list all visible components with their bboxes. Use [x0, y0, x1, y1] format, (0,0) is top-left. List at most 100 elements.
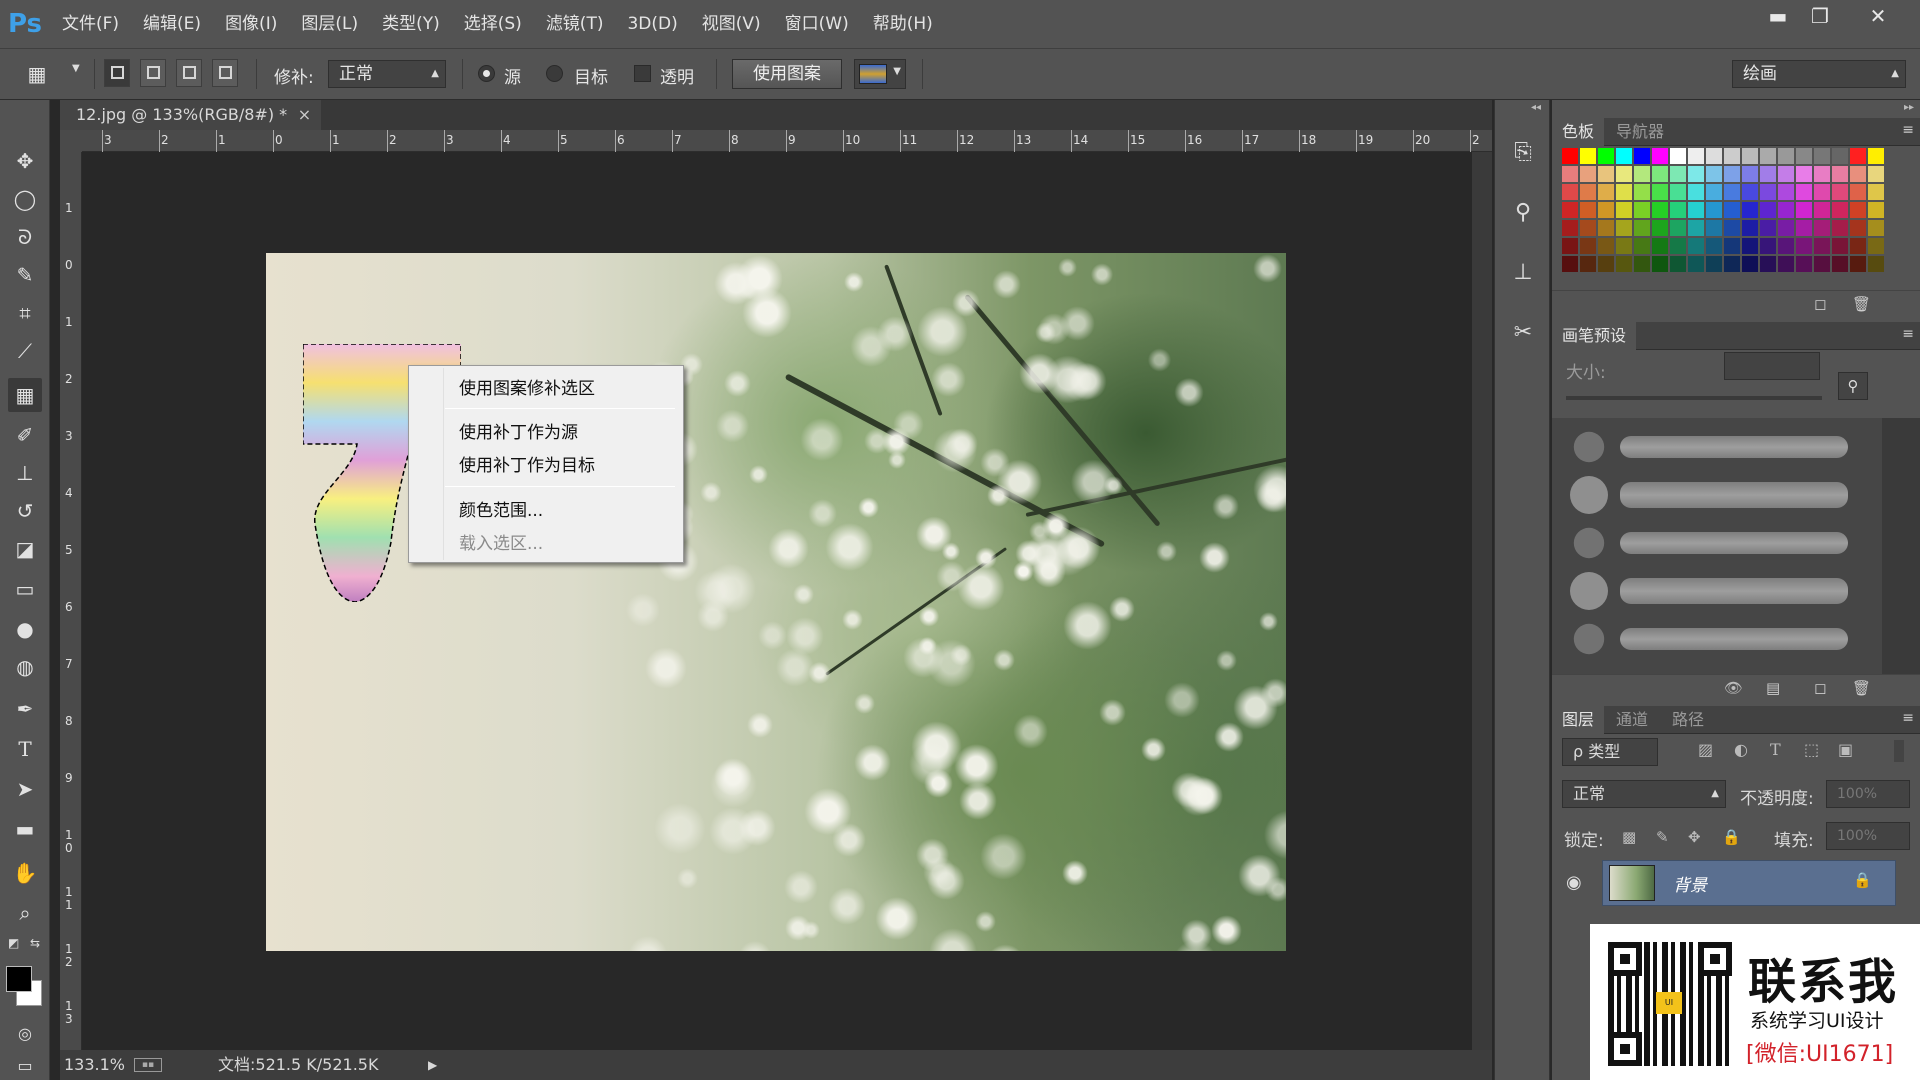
new-preset-icon[interactable]: ◻ [1814, 679, 1826, 697]
minimize-button[interactable]: ▬ [1756, 0, 1800, 32]
vertical-scrollbar[interactable] [1472, 152, 1492, 1050]
filter-shape-icon[interactable]: ⬚ [1804, 740, 1819, 759]
color-swatch[interactable] [1832, 166, 1848, 182]
color-swatch[interactable] [1598, 256, 1614, 272]
new-selection-button[interactable] [104, 59, 130, 87]
use-pattern-button[interactable]: 使用图案 [732, 59, 842, 89]
color-swatch[interactable] [1706, 256, 1722, 272]
color-swatch[interactable] [1688, 238, 1704, 254]
rectangle-tool-icon[interactable]: ▬ [8, 812, 42, 846]
color-swatch[interactable] [1742, 238, 1758, 254]
document-tab[interactable]: 12.jpg @ 133%(RGB/8#) * × [60, 100, 322, 130]
stamp-tool-icon[interactable]: ⊥ [8, 456, 42, 490]
color-swatch[interactable] [1832, 256, 1848, 272]
color-swatch[interactable] [1760, 184, 1776, 200]
color-swatch[interactable] [1562, 148, 1578, 164]
swap-colors-icon[interactable]: ⇆ [30, 936, 40, 950]
color-swatch[interactable] [1814, 166, 1830, 182]
color-swatch[interactable] [1760, 256, 1776, 272]
add-selection-button[interactable] [140, 59, 166, 87]
brush-preset[interactable] [1562, 424, 1862, 470]
filter-pixel-icon[interactable]: ▨ [1698, 740, 1713, 759]
color-swatch[interactable] [1724, 148, 1740, 164]
blur-tool-icon[interactable]: ● [8, 612, 42, 646]
patch-tool-icon[interactable]: ▦ [8, 378, 42, 412]
color-swatch[interactable] [1634, 148, 1650, 164]
color-swatch[interactable] [1706, 202, 1722, 218]
menu-layer[interactable]: 图层(L) [289, 0, 370, 48]
color-swatch[interactable] [1850, 256, 1866, 272]
color-swatch[interactable] [1742, 256, 1758, 272]
eyedropper-tool-icon[interactable]: ⟋ [8, 334, 42, 368]
color-swatch[interactable] [1706, 166, 1722, 182]
menu-type[interactable]: 类型(Y) [370, 0, 452, 48]
filter-adjustment-icon[interactable]: ◐ [1734, 740, 1748, 759]
close-tab-icon[interactable]: × [298, 100, 311, 130]
collapse-arrows-icon[interactable]: ◂◂ [1531, 102, 1541, 113]
color-swatch[interactable] [1580, 148, 1596, 164]
color-swatch[interactable] [1796, 184, 1812, 200]
color-swatch[interactable] [1778, 220, 1794, 236]
status-menu-arrow-icon[interactable]: ▶ [428, 1050, 437, 1080]
color-swatch[interactable] [1832, 148, 1848, 164]
menu-edit[interactable]: 编辑(E) [131, 0, 213, 48]
eye-icon[interactable]: ◉ [1566, 872, 1582, 893]
color-swatch[interactable] [1850, 238, 1866, 254]
color-swatch[interactable] [1760, 148, 1776, 164]
brush-size-slider[interactable] [1566, 396, 1822, 400]
color-swatch[interactable] [1616, 184, 1632, 200]
color-swatch[interactable] [1670, 184, 1686, 200]
color-swatch[interactable] [1688, 148, 1704, 164]
color-swatch[interactable] [1688, 202, 1704, 218]
color-swatch[interactable] [1652, 184, 1668, 200]
history-brush-tool-icon[interactable]: ↺ [8, 494, 42, 528]
color-swatch[interactable] [1868, 256, 1884, 272]
color-swatch[interactable] [1796, 256, 1812, 272]
layer-name[interactable]: 背景 [1673, 871, 1707, 896]
color-swatch[interactable] [1760, 202, 1776, 218]
color-swatch[interactable] [1652, 256, 1668, 272]
brush-tool-icon[interactable]: ✐ [8, 418, 42, 452]
color-swatch[interactable] [1580, 220, 1596, 236]
color-swatch[interactable] [1742, 220, 1758, 236]
color-swatch[interactable] [1850, 220, 1866, 236]
color-swatch[interactable] [1616, 202, 1632, 218]
color-swatch[interactable] [1850, 166, 1866, 182]
target-radio[interactable] [546, 65, 563, 82]
hand-tool-icon[interactable]: ✋ [8, 856, 42, 890]
color-swatch[interactable] [1742, 148, 1758, 164]
move-tool-icon[interactable]: ✥ [8, 144, 42, 178]
color-swatch[interactable] [1580, 238, 1596, 254]
lock-transparent-icon[interactable]: ▩ [1622, 828, 1636, 846]
brush-list-scrollbar[interactable] [1882, 418, 1920, 674]
color-swatch[interactable] [1598, 238, 1614, 254]
color-swatch[interactable] [1778, 238, 1794, 254]
color-swatch[interactable] [1778, 256, 1794, 272]
zoom-tool-icon[interactable]: ⌕ [8, 896, 42, 930]
menu-item-use-pattern-patch[interactable]: 使用图案修补选区 [459, 374, 595, 399]
color-swatch[interactable] [1616, 166, 1632, 182]
color-swatch[interactable] [1814, 184, 1830, 200]
close-button[interactable]: ✕ [1856, 0, 1900, 32]
ruler-corner[interactable] [60, 130, 82, 152]
screen-mode-icon[interactable]: ▭ [8, 1048, 42, 1080]
fill-input[interactable]: 100% [1826, 822, 1910, 850]
color-swatch[interactable] [1670, 256, 1686, 272]
color-swatch[interactable] [1850, 184, 1866, 200]
color-swatch[interactable] [1580, 256, 1596, 272]
quick-selection-tool-icon[interactable]: ✎ [8, 258, 42, 292]
brush-panel-toggle-icon[interactable]: ⚲ [1838, 372, 1868, 400]
history-panel-icon[interactable]: ⎘ [1507, 136, 1539, 168]
ruler-vertical[interactable]: 1 0 1 2 3 4 5 6 7 8 9 10 11 12 13 [60, 152, 82, 1050]
filter-type-icon[interactable]: T [1770, 740, 1781, 759]
clone-source-panel-icon[interactable]: ⊥ [1507, 256, 1539, 288]
color-swatch[interactable] [1868, 238, 1884, 254]
color-swatch[interactable] [1850, 202, 1866, 218]
menu-item-patch-as-source[interactable]: 使用补丁作为源 [459, 418, 578, 443]
path-selection-tool-icon[interactable]: ➤ [8, 772, 42, 806]
lock-pixels-icon[interactable]: ✎ [1656, 828, 1669, 846]
filter-toggle[interactable] [1894, 740, 1904, 762]
color-swatch[interactable] [1598, 148, 1614, 164]
color-swatch[interactable] [1832, 238, 1848, 254]
color-swatch[interactable] [1778, 202, 1794, 218]
